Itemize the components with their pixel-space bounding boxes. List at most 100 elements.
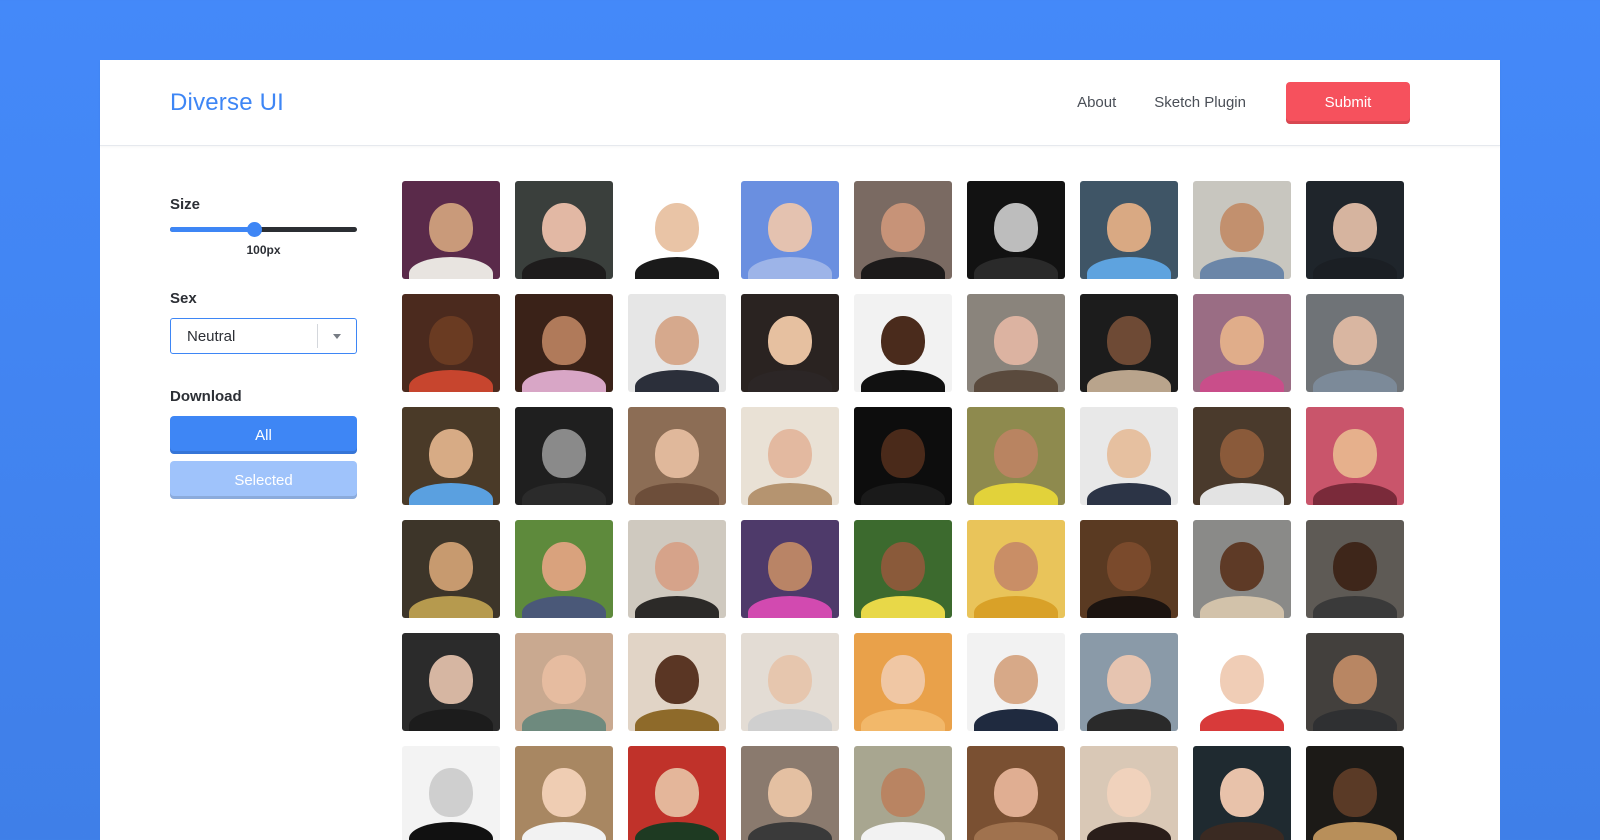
avatar-face xyxy=(1333,315,1377,365)
avatar-photo[interactable] xyxy=(741,294,839,392)
avatar-photo[interactable] xyxy=(402,633,500,731)
avatar-face xyxy=(881,428,925,478)
size-slider[interactable] xyxy=(170,222,357,237)
avatar-body xyxy=(1086,483,1172,505)
avatar-face xyxy=(1333,541,1377,591)
avatar-photo[interactable] xyxy=(1080,181,1178,279)
avatar-face xyxy=(1107,541,1151,591)
avatar-face xyxy=(768,202,812,252)
avatar-photo[interactable] xyxy=(1306,520,1404,618)
avatar-photo[interactable] xyxy=(741,520,839,618)
avatar-photo[interactable] xyxy=(402,294,500,392)
avatar-face xyxy=(994,767,1038,817)
avatar-body xyxy=(408,257,494,279)
avatar-photo[interactable] xyxy=(1193,407,1291,505)
download-all-button[interactable]: All xyxy=(170,416,357,454)
avatar-face xyxy=(768,315,812,365)
avatar-photo[interactable] xyxy=(967,181,1065,279)
avatar-body xyxy=(747,596,833,618)
avatar-grid xyxy=(402,181,1404,840)
avatar-photo[interactable] xyxy=(854,746,952,840)
avatar-photo[interactable] xyxy=(628,294,726,392)
avatar-photo[interactable] xyxy=(854,633,952,731)
nav-about-link[interactable]: About xyxy=(1077,94,1116,111)
avatar-photo[interactable] xyxy=(854,407,952,505)
avatar-face xyxy=(1107,767,1151,817)
avatar-body xyxy=(747,370,833,392)
avatar-body xyxy=(973,370,1059,392)
avatar-photo[interactable] xyxy=(1193,633,1291,731)
size-label: Size xyxy=(170,196,201,213)
chevron-down-icon[interactable] xyxy=(318,333,356,339)
avatar-photo[interactable] xyxy=(1193,520,1291,618)
avatar-photo[interactable] xyxy=(1306,633,1404,731)
avatar-body xyxy=(521,596,607,618)
avatar-face xyxy=(994,202,1038,252)
avatar-photo[interactable] xyxy=(741,633,839,731)
avatar-face xyxy=(1220,315,1264,365)
avatar-photo[interactable] xyxy=(628,407,726,505)
avatar-photo[interactable] xyxy=(854,520,952,618)
avatar-body xyxy=(747,822,833,840)
avatar-body xyxy=(860,709,946,731)
avatar-photo[interactable] xyxy=(854,294,952,392)
avatar-face xyxy=(1333,767,1377,817)
avatar-photo[interactable] xyxy=(1306,294,1404,392)
avatar-face xyxy=(655,654,699,704)
avatar-face xyxy=(768,654,812,704)
avatar-body xyxy=(747,709,833,731)
avatar-body xyxy=(747,483,833,505)
brand-logo[interactable]: Diverse UI xyxy=(170,89,284,117)
avatar-photo[interactable] xyxy=(515,746,613,840)
avatar-body xyxy=(1312,370,1398,392)
avatar-photo[interactable] xyxy=(402,520,500,618)
avatar-photo[interactable] xyxy=(1306,181,1404,279)
avatar-photo[interactable] xyxy=(402,181,500,279)
avatar-body xyxy=(1086,596,1172,618)
avatar-photo[interactable] xyxy=(741,407,839,505)
avatar-face xyxy=(542,428,586,478)
avatar-photo[interactable] xyxy=(515,294,613,392)
avatar-face xyxy=(994,428,1038,478)
avatar-photo[interactable] xyxy=(1080,294,1178,392)
avatar-photo[interactable] xyxy=(1080,520,1178,618)
avatar-photo[interactable] xyxy=(515,520,613,618)
avatar-photo[interactable] xyxy=(628,520,726,618)
avatar-photo[interactable] xyxy=(628,633,726,731)
avatar-photo[interactable] xyxy=(1080,746,1178,840)
sex-select[interactable]: Neutral xyxy=(170,318,357,354)
avatar-photo[interactable] xyxy=(402,407,500,505)
avatar-photo[interactable] xyxy=(628,746,726,840)
slider-fill xyxy=(170,227,255,232)
avatar-body xyxy=(634,596,720,618)
slider-thumb[interactable] xyxy=(247,222,263,237)
avatar-photo[interactable] xyxy=(515,407,613,505)
avatar-photo[interactable] xyxy=(967,746,1065,840)
filter-sidebar: Size 100px Sex Neutral Download All Sele… xyxy=(170,196,357,499)
avatar-body xyxy=(973,257,1059,279)
avatar-photo[interactable] xyxy=(967,294,1065,392)
avatar-photo[interactable] xyxy=(515,633,613,731)
avatar-photo[interactable] xyxy=(854,181,952,279)
avatar-photo[interactable] xyxy=(515,181,613,279)
submit-button[interactable]: Submit xyxy=(1286,81,1410,124)
size-value: 100px xyxy=(246,243,281,257)
avatar-photo[interactable] xyxy=(628,181,726,279)
avatar-photo[interactable] xyxy=(967,520,1065,618)
avatar-photo[interactable] xyxy=(741,181,839,279)
avatar-face xyxy=(655,541,699,591)
avatar-photo[interactable] xyxy=(1080,633,1178,731)
avatar-photo[interactable] xyxy=(741,746,839,840)
avatar-photo[interactable] xyxy=(967,407,1065,505)
nav-sketch-plugin-link[interactable]: Sketch Plugin xyxy=(1154,94,1246,111)
avatar-photo[interactable] xyxy=(1193,746,1291,840)
download-selected-button[interactable]: Selected xyxy=(170,461,357,499)
avatar-photo[interactable] xyxy=(967,633,1065,731)
avatar-photo[interactable] xyxy=(1306,746,1404,840)
avatar-body xyxy=(1086,822,1172,840)
avatar-photo[interactable] xyxy=(1080,407,1178,505)
avatar-photo[interactable] xyxy=(1193,181,1291,279)
avatar-photo[interactable] xyxy=(1193,294,1291,392)
avatar-photo[interactable] xyxy=(1306,407,1404,505)
avatar-photo[interactable] xyxy=(402,746,500,840)
